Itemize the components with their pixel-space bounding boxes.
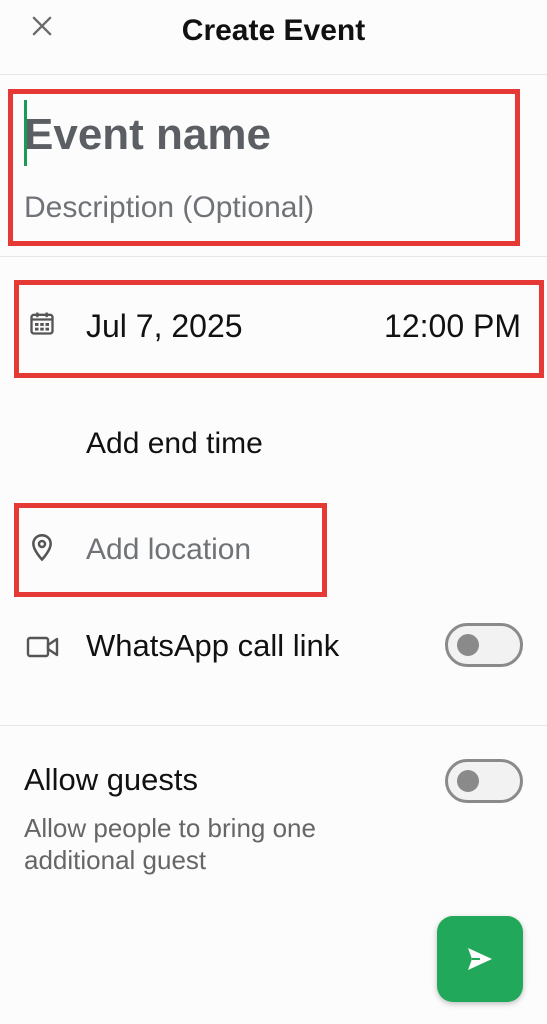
send-button[interactable] [437, 916, 523, 1002]
page-title: Create Event [181, 14, 366, 47]
whatsapp-call-link-label: WhatsApp call link [86, 628, 340, 663]
description-input[interactable]: Description (Optional) [24, 191, 314, 225]
allow-guests-description: Allow people to bring one additional gue… [24, 813, 316, 875]
event-name-input[interactable]: Event name [24, 110, 271, 160]
toggle-knob [457, 770, 479, 792]
allow-guests-toggle[interactable] [445, 759, 523, 803]
header-divider [0, 74, 547, 75]
section-divider-2 [0, 725, 547, 726]
whatsapp-call-link-toggle[interactable] [445, 623, 523, 667]
location-input[interactable]: Add location [86, 533, 251, 567]
date-field[interactable]: Jul 7, 2025 [86, 308, 243, 345]
calendar-icon [30, 312, 54, 335]
add-end-time-button[interactable]: Add end time [86, 427, 263, 461]
location-pin-icon [32, 534, 52, 562]
allow-guests-label: Allow guests [24, 762, 199, 797]
video-camera-icon [26, 636, 59, 658]
send-icon [468, 948, 492, 970]
time-field[interactable]: 12:00 PM [384, 308, 521, 345]
toggle-knob [457, 634, 479, 656]
section-divider [0, 256, 547, 257]
